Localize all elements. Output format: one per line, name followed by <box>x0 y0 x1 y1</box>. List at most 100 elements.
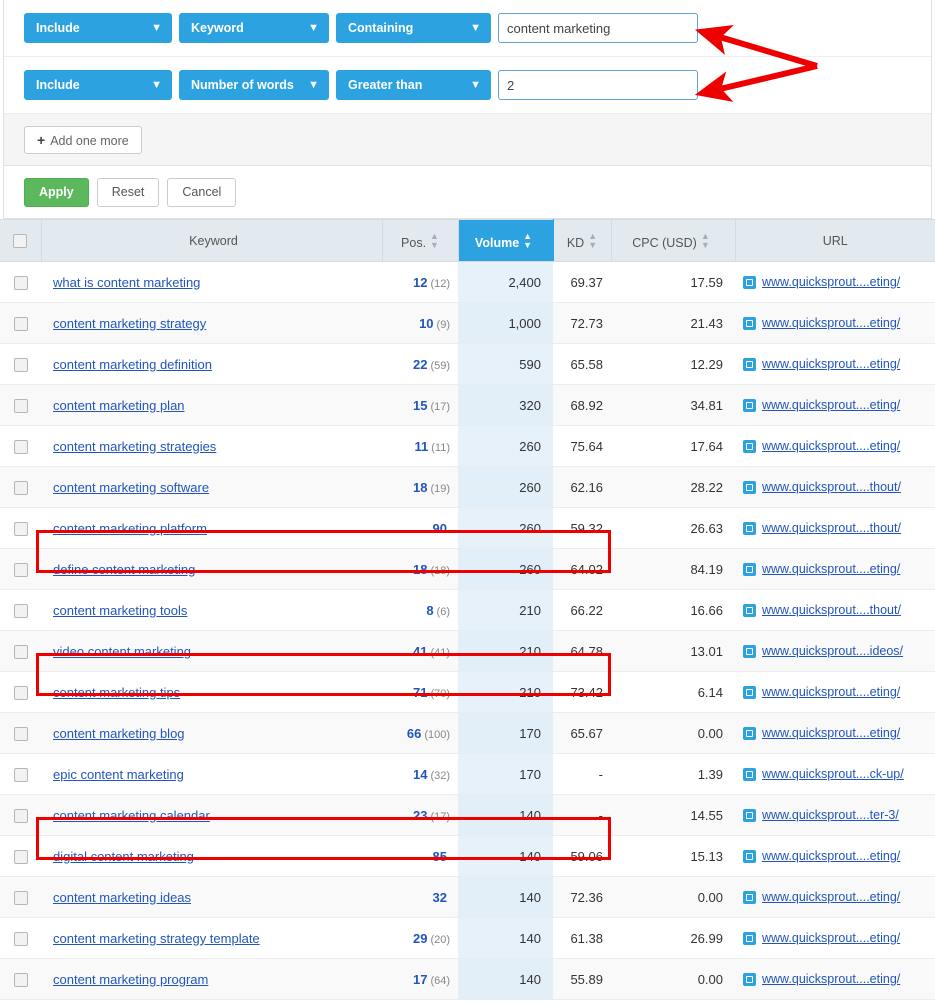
url-link[interactable]: www.quicksprout....thout/ <box>762 480 901 494</box>
header-kd[interactable]: KD ▲ ▼ <box>553 219 612 262</box>
external-link-icon[interactable] <box>743 398 756 412</box>
external-link-icon[interactable] <box>743 603 756 617</box>
row-checkbox[interactable] <box>13 398 28 413</box>
external-link-icon[interactable] <box>743 439 756 453</box>
row-checkbox[interactable] <box>13 972 28 987</box>
url-link[interactable]: www.quicksprout....eting/ <box>762 890 900 904</box>
row-checkbox[interactable] <box>13 439 28 454</box>
row-checkbox[interactable] <box>13 562 28 577</box>
filter-value-input-1[interactable] <box>498 13 698 43</box>
table-row[interactable]: content marketing plan 15 (17) 320 68.92 34.8… <box>0 384 935 426</box>
url-link[interactable]: www.quicksprout....eting/ <box>762 685 900 699</box>
url-link[interactable]: www.quicksprout....eting/ <box>762 398 900 412</box>
row-checkbox-cell[interactable] <box>0 835 41 877</box>
header-url[interactable]: URL <box>735 219 935 262</box>
header-volume[interactable]: Volume ▲ ▼ <box>457 219 554 262</box>
row-checkbox-cell[interactable] <box>0 343 41 385</box>
row-checkbox-cell[interactable] <box>0 753 41 795</box>
row-checkbox[interactable] <box>13 931 28 946</box>
external-link-icon[interactable] <box>743 890 756 904</box>
reset-button[interactable]: Reset <box>96 177 160 207</box>
row-checkbox-cell[interactable] <box>0 261 41 303</box>
table-row[interactable]: content marketing program 17 (64) 140 55.89 0… <box>0 958 935 1000</box>
row-checkbox-cell[interactable] <box>0 548 41 590</box>
row-checkbox-cell[interactable] <box>0 630 41 672</box>
keyword-link[interactable]: content marketing platform <box>53 521 207 536</box>
row-checkbox[interactable] <box>13 890 28 905</box>
url-link[interactable]: www.quicksprout....eting/ <box>762 726 900 740</box>
external-link-icon[interactable] <box>743 480 756 494</box>
row-checkbox-cell[interactable] <box>0 425 41 467</box>
row-checkbox[interactable] <box>13 521 28 536</box>
keyword-link[interactable]: content marketing strategies <box>53 439 216 454</box>
row-checkbox-cell[interactable] <box>0 384 41 426</box>
row-checkbox[interactable] <box>13 808 28 823</box>
url-link[interactable]: www.quicksprout....eting/ <box>762 357 900 371</box>
external-link-icon[interactable] <box>743 767 756 781</box>
row-checkbox[interactable] <box>13 685 28 700</box>
keyword-link[interactable]: video content marketing <box>53 644 191 659</box>
table-row[interactable]: digital content marketing 85 140 59.06 15.13… <box>0 835 935 877</box>
row-checkbox[interactable] <box>13 726 28 741</box>
table-row[interactable]: content marketing strategy 10 (9) 1,000 72.7… <box>0 302 935 344</box>
filter-field-dropdown-2[interactable]: Number of words ▼ <box>179 70 329 100</box>
keyword-link[interactable]: digital content marketing <box>53 849 194 864</box>
row-checkbox-cell[interactable] <box>0 507 41 549</box>
row-checkbox[interactable] <box>13 316 28 331</box>
row-checkbox-cell[interactable] <box>0 958 41 1000</box>
url-link[interactable]: www.quicksprout....ck-up/ <box>762 767 904 781</box>
row-checkbox[interactable] <box>13 357 28 372</box>
keyword-link[interactable]: define content marketing <box>53 562 195 577</box>
row-checkbox-cell[interactable] <box>0 671 41 713</box>
url-link[interactable]: www.quicksprout....eting/ <box>762 562 900 576</box>
url-link[interactable]: www.quicksprout....eting/ <box>762 972 900 986</box>
external-link-icon[interactable] <box>743 808 756 822</box>
external-link-icon[interactable] <box>743 726 756 740</box>
url-link[interactable]: www.quicksprout....eting/ <box>762 439 900 453</box>
keyword-link[interactable]: content marketing blog <box>53 726 185 741</box>
row-checkbox[interactable] <box>13 644 28 659</box>
row-checkbox[interactable] <box>13 767 28 782</box>
external-link-icon[interactable] <box>743 685 756 699</box>
sort-arrows-icon[interactable]: ▲ ▼ <box>588 232 597 250</box>
url-link[interactable]: www.quicksprout....thout/ <box>762 603 901 617</box>
row-checkbox-cell[interactable] <box>0 876 41 918</box>
external-link-icon[interactable] <box>743 849 756 863</box>
external-link-icon[interactable] <box>743 562 756 576</box>
table-row[interactable]: content marketing tools 8 (6) 210 66.22 16.66… <box>0 589 935 631</box>
url-link[interactable]: www.quicksprout....eting/ <box>762 931 900 945</box>
external-link-icon[interactable] <box>743 931 756 945</box>
external-link-icon[interactable] <box>743 521 756 535</box>
row-checkbox[interactable] <box>13 275 28 290</box>
table-row[interactable]: content marketing ideas 32 140 72.36 0.00 www… <box>0 876 935 918</box>
table-row[interactable]: content marketing blog 66 (100) 170 65.67 0.0… <box>0 712 935 754</box>
url-link[interactable]: www.quicksprout....eting/ <box>762 316 900 330</box>
url-link[interactable]: www.quicksprout....ideos/ <box>762 644 903 658</box>
keyword-link[interactable]: content marketing definition <box>53 357 212 372</box>
keyword-link[interactable]: content marketing program <box>53 972 208 987</box>
table-row[interactable]: content marketing definition 22 (59) 590 65.… <box>0 343 935 385</box>
row-checkbox-cell[interactable] <box>0 589 41 631</box>
row-checkbox-cell[interactable] <box>0 466 41 508</box>
row-checkbox[interactable] <box>13 849 28 864</box>
table-row[interactable]: content marketing platform 90 260 59.32 26.6… <box>0 507 935 549</box>
header-select-all[interactable] <box>0 219 42 262</box>
sort-arrows-icon[interactable]: ▲ ▼ <box>523 232 532 250</box>
row-checkbox[interactable] <box>13 603 28 618</box>
apply-button[interactable]: Apply <box>24 177 89 207</box>
filter-operator-dropdown-1[interactable]: Containing ▼ <box>336 13 491 43</box>
keyword-link[interactable]: content marketing tools <box>53 603 187 618</box>
external-link-icon[interactable] <box>743 972 756 986</box>
table-row[interactable]: video content marketing 41 (41) 210 64.78 13.… <box>0 630 935 672</box>
external-link-icon[interactable] <box>743 316 756 330</box>
header-keyword[interactable]: Keyword <box>41 219 383 262</box>
url-link[interactable]: www.quicksprout....eting/ <box>762 849 900 863</box>
table-row[interactable]: content marketing software 18 (19) 260 62.16… <box>0 466 935 508</box>
keyword-link[interactable]: content marketing strategy <box>53 316 206 331</box>
filter-scope-dropdown-2[interactable]: Include ▼ <box>24 70 172 100</box>
filter-field-dropdown-1[interactable]: Keyword ▼ <box>179 13 329 43</box>
row-checkbox-cell[interactable] <box>0 712 41 754</box>
table-row[interactable]: content marketing strategy template 29 (20… <box>0 917 935 959</box>
header-cpc[interactable]: CPC (USD) ▲ ▼ <box>611 219 736 262</box>
table-row[interactable]: define content marketing 18 (18) 260 64.02 84… <box>0 548 935 590</box>
